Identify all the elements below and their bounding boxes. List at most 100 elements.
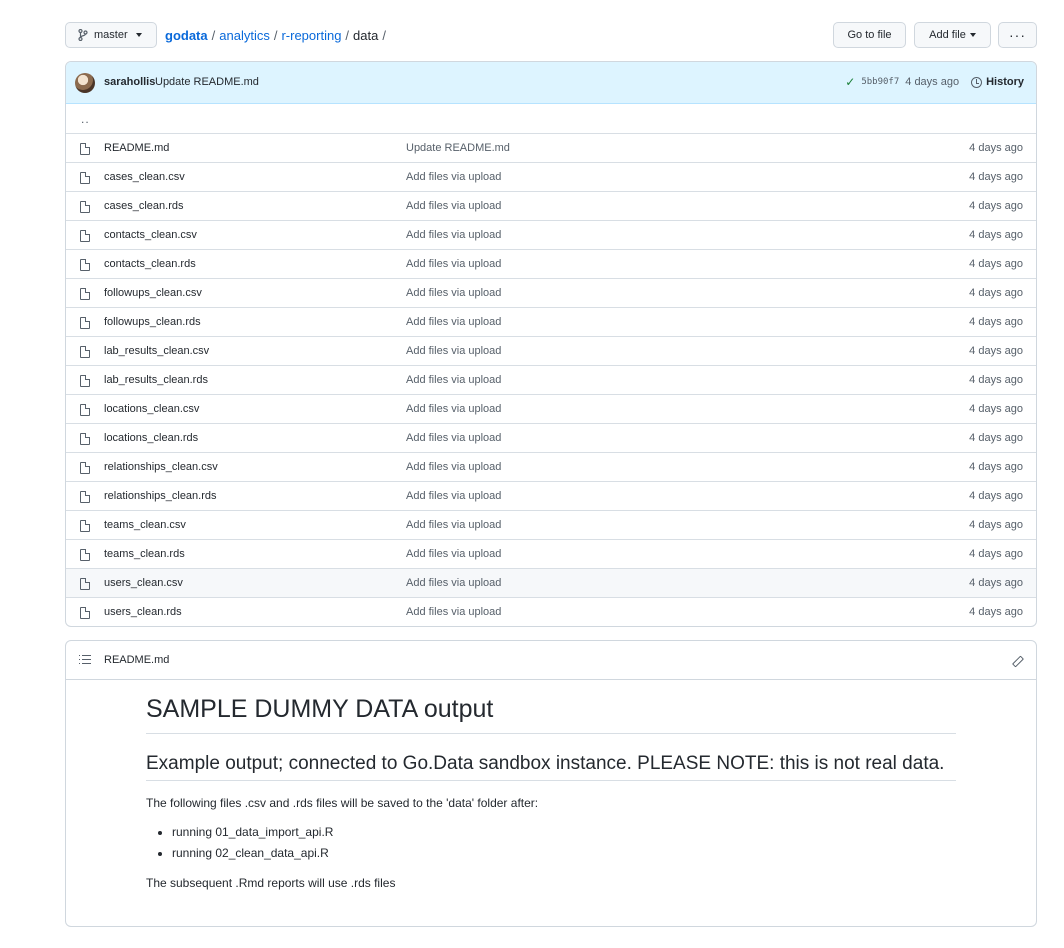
file-name-link[interactable]: cases_clean.rds: [104, 200, 184, 212]
file-row[interactable]: cases_clean.csv Add files via upload 4 day…: [66, 162, 1036, 191]
file-name-link[interactable]: contacts_clean.csv: [104, 229, 197, 241]
file-name-link[interactable]: lab_results_clean.csv: [104, 345, 209, 357]
file-row[interactable]: lab_results_clean.csv Add files via uploa…: [66, 336, 1036, 365]
file-age: 4 days ago: [969, 142, 1023, 154]
file-icon: [80, 549, 90, 561]
file-row[interactable]: lab_results_clean.rds Add files via uploa…: [66, 365, 1036, 394]
file-name-link[interactable]: teams_clean.csv: [104, 519, 186, 531]
parent-directory-link[interactable]: ..: [66, 112, 90, 126]
commit-sha-link[interactable]: 5bb90f7: [861, 77, 899, 87]
file-icon: [80, 491, 90, 503]
file-commit-message-link[interactable]: Add files via upload: [406, 519, 501, 531]
file-commit-message-link[interactable]: Add files via upload: [406, 345, 501, 357]
list-unordered-icon[interactable]: [78, 655, 91, 665]
file-commit-message-link[interactable]: Add files via upload: [406, 432, 501, 444]
file-age: 4 days ago: [969, 548, 1023, 560]
file-row[interactable]: relationships_clean.rds Add files via upl…: [66, 481, 1036, 510]
history-icon: [971, 76, 983, 88]
file-age: 4 days ago: [969, 519, 1023, 531]
file-name-link[interactable]: locations_clean.rds: [104, 432, 198, 444]
breadcrumb-link-analytics[interactable]: analytics: [219, 28, 270, 43]
avatar[interactable]: [75, 73, 95, 93]
file-commit-message-link[interactable]: Add files via upload: [406, 577, 501, 589]
file-age: 4 days ago: [969, 403, 1023, 415]
breadcrumb-root-link[interactable]: godata: [165, 28, 208, 43]
file-icon: [80, 404, 90, 416]
readme-list-item: running 02_clean_data_api.R: [172, 846, 956, 860]
file-name-link[interactable]: relationships_clean.rds: [104, 490, 217, 502]
file-age: 4 days ago: [969, 432, 1023, 444]
file-icon: [80, 259, 90, 271]
file-commit-message-link[interactable]: Add files via upload: [406, 316, 501, 328]
git-branch-icon: [78, 29, 88, 41]
commit-meta: ✓ 5bb90f7 4 days ago History: [845, 75, 1024, 89]
breadcrumb-separator: /: [211, 27, 216, 43]
file-age: 4 days ago: [969, 606, 1023, 618]
file-commit-message-link[interactable]: Add files via upload: [406, 461, 501, 473]
file-name-link[interactable]: users_clean.csv: [104, 577, 183, 589]
branch-select-button[interactable]: master: [65, 22, 157, 48]
file-row[interactable]: users_clean.csv Add files via upload 4 day…: [66, 568, 1036, 597]
file-name-link[interactable]: locations_clean.csv: [104, 403, 199, 415]
breadcrumb-separator: /: [345, 27, 350, 43]
file-icon: [80, 520, 90, 532]
file-age: 4 days ago: [969, 461, 1023, 473]
file-commit-message-link[interactable]: Add files via upload: [406, 229, 501, 241]
chevron-down-icon: [969, 33, 976, 37]
chevron-down-icon: [135, 33, 142, 37]
file-icon: [80, 143, 90, 155]
file-row[interactable]: teams_clean.rds Add files via upload 4 day…: [66, 539, 1036, 568]
more-options-button[interactable]: ···: [998, 22, 1037, 48]
file-name-link[interactable]: relationships_clean.csv: [104, 461, 218, 473]
file-row[interactable]: followups_clean.rds Add files via upload 4…: [66, 307, 1036, 336]
add-file-button[interactable]: Add file: [914, 22, 991, 48]
file-row[interactable]: locations_clean.rds Add files via upload 4…: [66, 423, 1036, 452]
file-row[interactable]: teams_clean.csv Add files via upload 4 day…: [66, 510, 1036, 539]
file-name-link[interactable]: README.md: [104, 142, 169, 154]
file-icon: [80, 375, 90, 387]
check-icon[interactable]: ✓: [845, 75, 855, 89]
file-row[interactable]: locations_clean.csv Add files via upload 4…: [66, 394, 1036, 423]
file-commit-message-link[interactable]: Add files via upload: [406, 258, 501, 270]
file-row[interactable]: followups_clean.csv Add files via upload 4…: [66, 278, 1036, 307]
file-row[interactable]: users_clean.rds Add files via upload 4 day…: [66, 597, 1036, 626]
file-name-link[interactable]: teams_clean.rds: [104, 548, 185, 560]
pencil-icon[interactable]: [1010, 654, 1022, 666]
file-age: 4 days ago: [969, 490, 1023, 502]
file-commit-message-link[interactable]: Add files via upload: [406, 171, 501, 183]
latest-commit-bar: sarahollis Update README.md ✓ 5bb90f7 4 …: [66, 62, 1036, 104]
file-commit-message-link[interactable]: Add files via upload: [406, 403, 501, 415]
file-commit-message-link[interactable]: Add files via upload: [406, 606, 501, 618]
file-name-link[interactable]: followups_clean.csv: [104, 287, 202, 299]
file-name-link[interactable]: lab_results_clean.rds: [104, 374, 208, 386]
breadcrumb-separator: /: [382, 27, 386, 43]
file-commit-message-link[interactable]: Add files via upload: [406, 374, 501, 386]
file-row[interactable]: relationships_clean.csv Add files via upl…: [66, 452, 1036, 481]
file-name-link[interactable]: cases_clean.csv: [104, 171, 185, 183]
file-icon: [80, 288, 90, 300]
parent-directory-row[interactable]: ..: [66, 104, 1036, 133]
repo-topbar: master godata / analytics / r-reporting …: [65, 22, 1037, 48]
file-row[interactable]: contacts_clean.rds Add files via upload 4 …: [66, 249, 1036, 278]
file-commit-message-link[interactable]: Add files via upload: [406, 200, 501, 212]
file-name-link[interactable]: followups_clean.rds: [104, 316, 201, 328]
go-to-file-button[interactable]: Go to file: [833, 22, 906, 48]
file-row[interactable]: contacts_clean.csv Add files via upload 4 …: [66, 220, 1036, 249]
file-row[interactable]: README.md Update README.md 4 days ago: [66, 133, 1036, 162]
file-commit-message-link[interactable]: Add files via upload: [406, 548, 501, 560]
file-name-link[interactable]: contacts_clean.rds: [104, 258, 196, 270]
file-name-link[interactable]: users_clean.rds: [104, 606, 182, 618]
commit-author-link[interactable]: sarahollis: [104, 76, 155, 88]
history-link[interactable]: History: [971, 76, 1024, 88]
breadcrumb-link-r-reporting[interactable]: r-reporting: [281, 28, 341, 43]
file-icon: [80, 230, 90, 242]
file-commit-message-link[interactable]: Update README.md: [406, 142, 510, 154]
file-icon: [80, 462, 90, 474]
file-commit-message-link[interactable]: Add files via upload: [406, 287, 501, 299]
readme-panel: README.md SAMPLE DUMMY DATA output Examp…: [65, 640, 1037, 927]
file-row[interactable]: cases_clean.rds Add files via upload 4 day…: [66, 191, 1036, 220]
file-age: 4 days ago: [969, 171, 1023, 183]
commit-message-link[interactable]: Update README.md: [155, 76, 259, 88]
file-icon: [80, 433, 90, 445]
file-commit-message-link[interactable]: Add files via upload: [406, 490, 501, 502]
